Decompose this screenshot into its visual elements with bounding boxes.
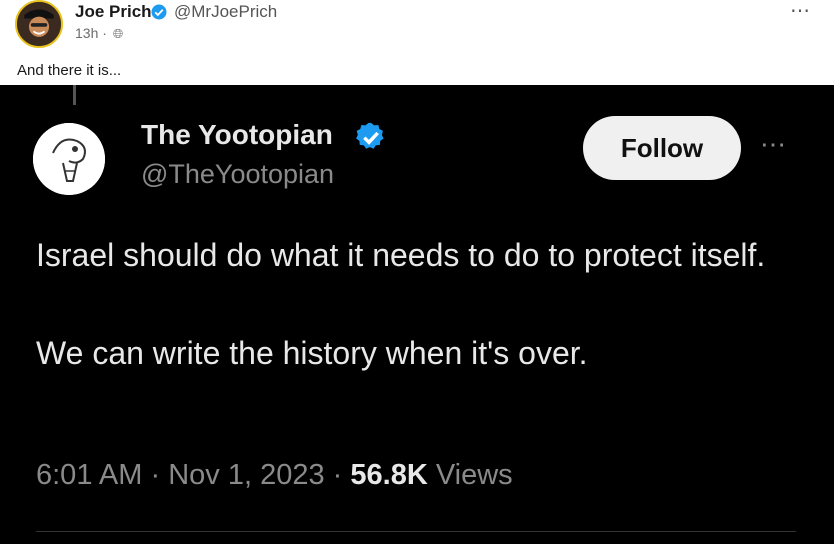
author-name[interactable]: Joe Prich [75,2,152,22]
tweet-sep-1: · [150,459,161,491]
post-header: Joe Prich @MrJoePrich 13h · 🌐︎ ⋯ [0,0,834,60]
more-options-icon[interactable]: ⋯ [790,0,811,23]
tweet-footer: 6:01 AM · Nov 1, 2023 · 56.8K Views [36,459,513,492]
tweet-author-name: The Yootopian [141,119,333,150]
tweet-line-1: Israel should do what it needs to do to … [36,237,766,273]
author-avatar[interactable] [15,0,63,48]
post-meta: 13h · 🌐︎ [75,25,123,42]
thread-line [73,85,76,105]
globe-icon: 🌐︎ [112,26,124,41]
meta-separator: · [102,25,107,41]
verified-badge-icon [151,4,167,20]
tweet-divider [36,531,796,532]
tweet-time: 6:01 AM [36,459,143,491]
tweet-text: Israel should do what it needs to do to … [36,231,796,377]
tweet-views-label: Views [435,459,513,491]
tweet-verified-badge-icon [356,122,384,149]
tweet-avatar [33,123,105,195]
tweet-sep-2: · [332,459,343,491]
post-caption: And there it is... [17,62,122,79]
tweet-line-2: We can write the history when it's over. [36,335,588,371]
follow-button: Follow [583,116,741,180]
embedded-tweet-image[interactable]: The Yootopian @TheYootopian Follow ⋯ Isr… [0,85,834,544]
tweet-more-icon: ⋯ [760,129,787,159]
tweet-views-count: 56.8K [350,459,428,491]
tweet-date: Nov 1, 2023 [168,459,325,491]
post-timestamp: 13h [75,25,99,41]
tweet-author-handle: @TheYootopian [141,159,335,189]
author-handle[interactable]: @MrJoePrich [174,2,277,22]
